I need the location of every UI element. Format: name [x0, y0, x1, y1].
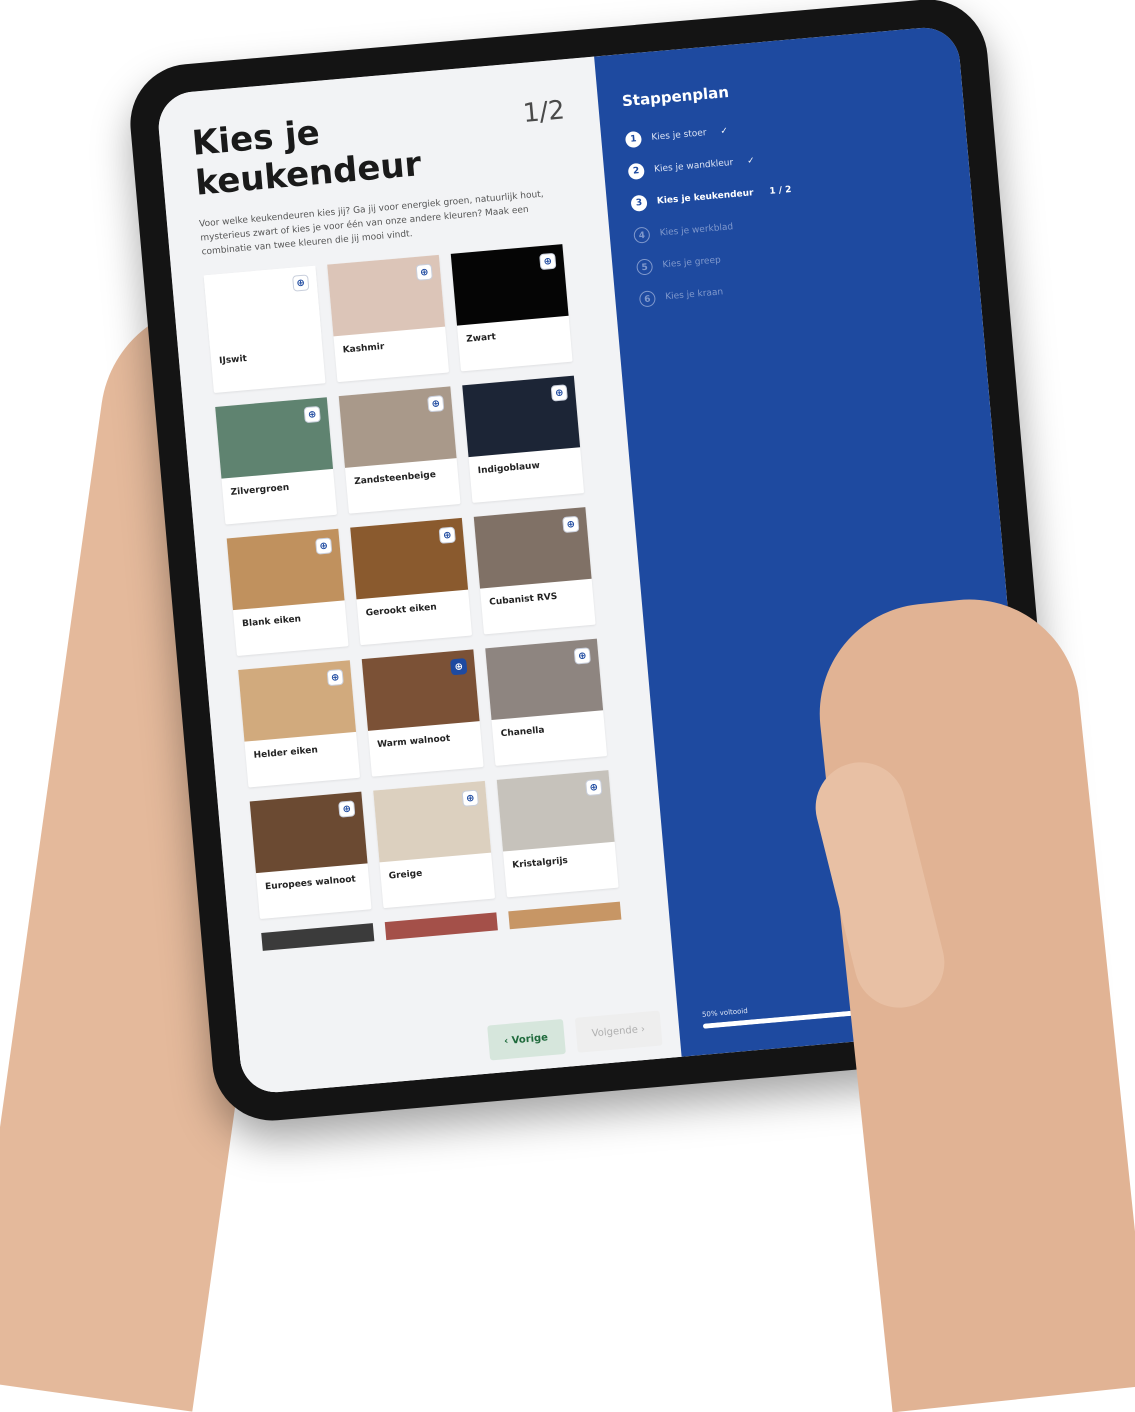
info-icon[interactable]: ⊕ [326, 668, 344, 687]
info-icon[interactable]: ⊕ [562, 515, 580, 534]
door-tile[interactable]: ⊕ Kashmir [327, 254, 450, 383]
door-grid: ⊕ IJswit ⊕ Kashmir ⊕ Zwart ⊕ Zilvergroen ⊕ Zandst… [203, 242, 639, 919]
door-tile-partial[interactable] [384, 912, 498, 941]
next-button[interactable]: Volgende › [574, 1010, 663, 1053]
step-label: Kies je kraan [664, 287, 724, 303]
info-icon[interactable]: ⊕ [303, 405, 321, 424]
step-label: Kies je stoer [650, 128, 707, 143]
navigation-footer: ‹ Vorige Volgende › [237, 995, 682, 1096]
step-label: Kies je werkblad [659, 222, 734, 239]
door-tile[interactable]: ⊕ Cubanist RVS [473, 507, 596, 635]
step-number: 2 [627, 162, 645, 181]
step-counter: 1/2 [521, 95, 566, 129]
info-icon[interactable]: ⊕ [427, 395, 445, 413]
step-label: Kies je greep [662, 255, 722, 271]
info-icon[interactable]: ⊕ [461, 789, 479, 807]
door-tile[interactable]: ⊕ IJswit [203, 265, 326, 394]
info-icon[interactable]: ⊕ [415, 263, 433, 281]
previous-button[interactable]: ‹ Vorige [486, 1018, 566, 1061]
door-tile[interactable]: ⊕ Indigoblauw [462, 375, 585, 503]
door-tile-partial[interactable] [261, 923, 375, 951]
check-icon: ✓ [746, 156, 756, 167]
info-icon[interactable]: ⊕ [438, 526, 456, 544]
door-tile[interactable]: ⊕ Kristalgrijs [496, 770, 619, 898]
info-icon[interactable]: ⊕ [292, 274, 310, 292]
step-label: Kies je wandkleur [653, 157, 734, 175]
step-number: 6 [638, 290, 657, 308]
info-icon[interactable]: ⊕ [315, 537, 333, 555]
steps-list: 1 Kies je stoer ✓ 2 Kies je wandkleur ✓ 3 Kies … [624, 105, 955, 308]
door-tile[interactable]: ⊕ Warm walnoot [361, 649, 484, 777]
door-tile[interactable]: ⊕ Zilvergroen [215, 397, 338, 525]
step-number: 1 [624, 130, 643, 149]
info-icon[interactable]: ⊕ [539, 252, 557, 271]
info-icon[interactable]: ⊕ [573, 647, 591, 665]
door-tile[interactable]: ⊕ Helder eiken [238, 660, 361, 788]
info-icon[interactable]: ⊕ [338, 800, 356, 818]
step-number: 5 [635, 258, 654, 276]
step-label: Kies je keukendeur [656, 188, 754, 207]
step-number: 4 [633, 226, 651, 244]
info-icon[interactable]: ⊕ [550, 384, 568, 402]
door-tile[interactable]: ⊕ Zwart [450, 244, 573, 372]
door-tile-partial[interactable] [508, 901, 622, 930]
door-tile[interactable]: ⊕ Chanella [485, 638, 608, 766]
door-tile[interactable]: ⊕ Gerookt eiken [350, 517, 473, 646]
door-tile[interactable]: ⊕ Blank eiken [226, 528, 349, 657]
page-title: Kies je keukendeur [190, 112, 423, 204]
step-count: 1 / 2 [769, 184, 792, 197]
door-selection-pane: Kies je keukendeur 1/2 Voor welke keuken… [155, 56, 682, 1096]
check-icon: ✓ [720, 126, 729, 137]
step-number: 3 [630, 194, 648, 212]
right-hand [808, 588, 1135, 1412]
door-tile[interactable]: ⊕ Greige [373, 780, 496, 909]
info-icon[interactable]: ⊕ [585, 778, 603, 797]
door-tile[interactable]: ⊕ Europees walnoot [249, 791, 372, 919]
info-icon[interactable]: ⊕ [450, 658, 468, 676]
steps-title: Stappenplan [621, 83, 730, 111]
door-tile[interactable]: ⊕ Zandsteenbeige [338, 386, 461, 514]
